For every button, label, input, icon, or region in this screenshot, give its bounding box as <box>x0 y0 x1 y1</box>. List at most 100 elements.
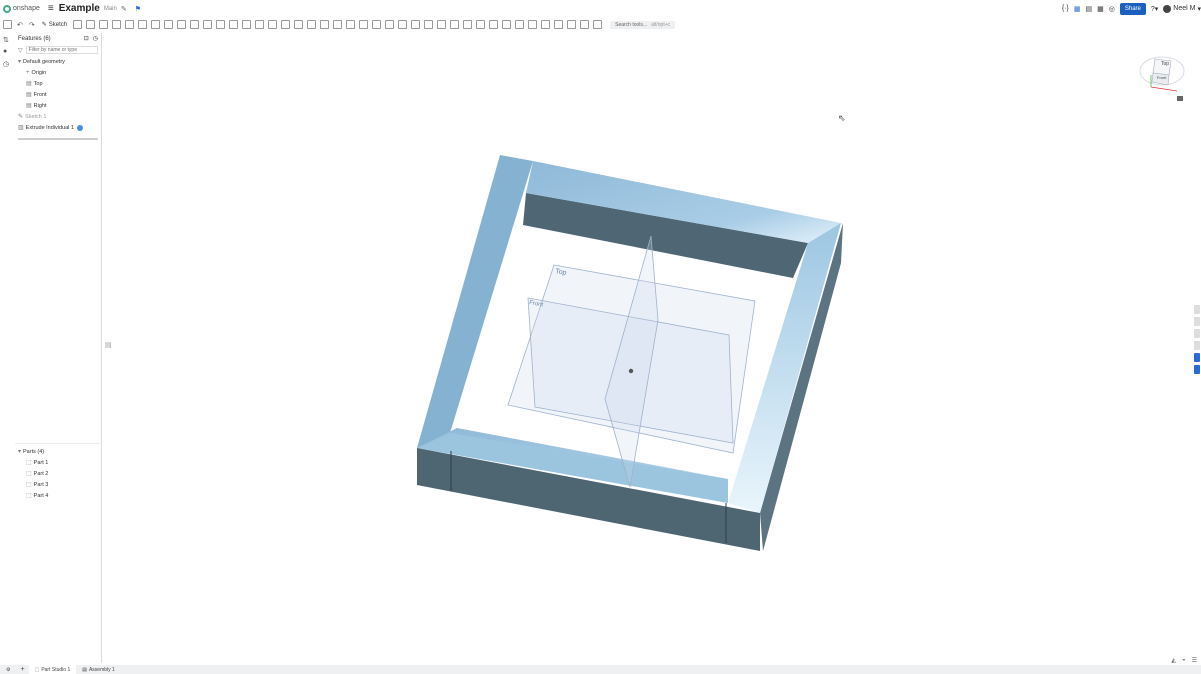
bom-icon[interactable] <box>1194 341 1200 350</box>
tab-manager-icon[interactable]: ⚙ <box>0 665 16 674</box>
hole-icon[interactable] <box>203 20 213 29</box>
version-graph-icon[interactable]: ⚑ <box>135 5 141 13</box>
undo-icon[interactable]: ↶ <box>17 21 23 29</box>
delete-part-icon[interactable] <box>294 20 304 29</box>
sheet-metal-icon[interactable] <box>437 20 447 29</box>
mirror-icon[interactable] <box>242 20 252 29</box>
helix-icon[interactable] <box>411 20 421 29</box>
pencil-icon: ✎ <box>41 22 47 28</box>
part-label: Part 1 <box>33 459 49 466</box>
linear-pattern-icon[interactable] <box>216 20 226 29</box>
extrude-icon[interactable] <box>73 20 83 29</box>
transform-icon[interactable] <box>281 20 291 29</box>
tree-item-origin[interactable]: + Origin <box>15 67 101 78</box>
tree-item-sketch[interactable]: ✎ Sketch 1 <box>15 111 101 122</box>
mate-connector-icon[interactable] <box>398 20 408 29</box>
view-options-icon[interactable]: ◒ <box>1182 657 1186 664</box>
edit-pencil-icon[interactable]: ✎ <box>121 5 127 13</box>
code-icon[interactable]: {·} <box>1062 5 1069 12</box>
bend-icon[interactable] <box>476 20 486 29</box>
fill-icon[interactable] <box>372 20 382 29</box>
filter-row: ▽ <box>18 46 98 54</box>
flange-icon[interactable] <box>450 20 460 29</box>
plane-tool-icon[interactable] <box>385 20 395 29</box>
default-geometry-folder[interactable]: ▾ Default geometry <box>15 56 101 67</box>
offset-surface-icon[interactable] <box>346 20 356 29</box>
move-face-icon[interactable] <box>320 20 330 29</box>
form-icon[interactable] <box>489 20 499 29</box>
configurations-icon[interactable] <box>1194 317 1200 326</box>
tree-item-top[interactable]: ▤ Top <box>15 78 101 89</box>
circular-pattern-icon[interactable] <box>229 20 239 29</box>
notifications-icon[interactable]: ▦ <box>1074 5 1081 13</box>
boolean-icon[interactable] <box>255 20 265 29</box>
chamfer-icon[interactable] <box>151 20 161 29</box>
tab-icon[interactable] <box>463 20 473 29</box>
tree-item-right[interactable]: ▤ Right <box>15 100 101 111</box>
part-item[interactable]: ⬚ Part 3 <box>15 479 102 490</box>
history-icon[interactable]: ◷ <box>3 60 11 68</box>
section-view-icon[interactable] <box>554 20 564 29</box>
add-folder-icon[interactable]: ⊡ <box>84 35 89 42</box>
filter-input[interactable] <box>25 46 98 54</box>
menu-icon[interactable]: ≡ <box>48 3 54 14</box>
draft-icon[interactable] <box>164 20 174 29</box>
globe-icon[interactable]: ◎ <box>1109 5 1115 13</box>
feature-tree-icon[interactable]: ⇅ <box>3 36 11 44</box>
display-mode-icon[interactable]: ◭ <box>1171 657 1176 664</box>
view-cube[interactable]: Top Front <box>1137 47 1187 103</box>
curve-icon[interactable] <box>424 20 434 29</box>
close-panel-icon[interactable] <box>1194 353 1200 362</box>
add-tab-button[interactable]: + <box>16 666 28 673</box>
layout-icon[interactable]: ▤ <box>1086 5 1093 13</box>
revolve-icon[interactable] <box>86 20 96 29</box>
user-menu[interactable]: Neel M ▾ <box>1163 4 1201 13</box>
panel-scrollbar[interactable] <box>18 138 98 140</box>
model-view[interactable]: Top Front <box>103 33 1201 663</box>
origin-point[interactable] <box>628 368 634 374</box>
part-item[interactable]: ⬚ Part 4 <box>15 490 102 501</box>
sweep-icon[interactable] <box>99 20 109 29</box>
onshape-logo[interactable]: onshape <box>3 4 40 13</box>
sketch-button[interactable]: ✎ Sketch <box>41 21 67 29</box>
measure-icon[interactable] <box>541 20 551 29</box>
tab-assembly[interactable]: ▤ Assembly 1 <box>76 665 121 674</box>
replace-face-icon[interactable] <box>333 20 343 29</box>
appearance-panel-icon[interactable] <box>1194 305 1200 314</box>
document-title[interactable]: Example <box>59 3 100 14</box>
comments-icon[interactable]: ● <box>3 48 11 56</box>
tab-part-studio[interactable]: ⬚ Part Studio 1 <box>28 665 77 674</box>
plane-icon: ▤ <box>26 92 32 98</box>
share-button[interactable]: Share <box>1119 2 1146 15</box>
fillet-icon[interactable] <box>138 20 148 29</box>
info-icon[interactable] <box>76 124 83 131</box>
appearance-icon[interactable] <box>567 20 577 29</box>
loft-icon[interactable] <box>112 20 122 29</box>
custom-feature-icon[interactable] <box>593 20 603 29</box>
grid-icon[interactable]: ▦ <box>1097 5 1104 13</box>
render-icon[interactable] <box>580 20 590 29</box>
split-icon[interactable] <box>268 20 278 29</box>
cutlist-icon[interactable] <box>528 20 538 29</box>
tree-item-front[interactable]: ▤ Front <box>15 89 101 100</box>
gusset-icon[interactable] <box>515 20 525 29</box>
search-tools[interactable]: Search tools... alt/opt+c <box>610 20 676 29</box>
boundary-surface-icon[interactable] <box>359 20 369 29</box>
feature-list-icon[interactable] <box>3 20 12 29</box>
shell-icon[interactable] <box>190 20 200 29</box>
more-icon[interactable]: ☰ <box>1192 657 1197 664</box>
rollback-icon[interactable]: ◷ <box>93 35 98 42</box>
redo-icon[interactable]: ↷ <box>29 21 35 29</box>
parts-folder[interactable]: ▾ Parts (4) <box>15 446 102 457</box>
variables-icon[interactable] <box>1194 329 1200 338</box>
rib-icon[interactable] <box>177 20 187 29</box>
tree-item-extrude[interactable]: ▥ Extrude Individual 1 <box>15 122 101 133</box>
part-item[interactable]: ⬚ Part 1 <box>15 457 102 468</box>
graphics-viewport[interactable]: ▤ Top Front Top Front ⇖ <box>103 33 1201 663</box>
part-item[interactable]: ⬚ Part 2 <box>15 468 102 479</box>
frame-icon[interactable] <box>502 20 512 29</box>
modify-fillet-icon[interactable] <box>307 20 317 29</box>
help-icon[interactable]: ?▾ <box>1151 5 1158 13</box>
custom-panel-icon[interactable] <box>1194 365 1200 374</box>
thicken-icon[interactable] <box>125 20 135 29</box>
